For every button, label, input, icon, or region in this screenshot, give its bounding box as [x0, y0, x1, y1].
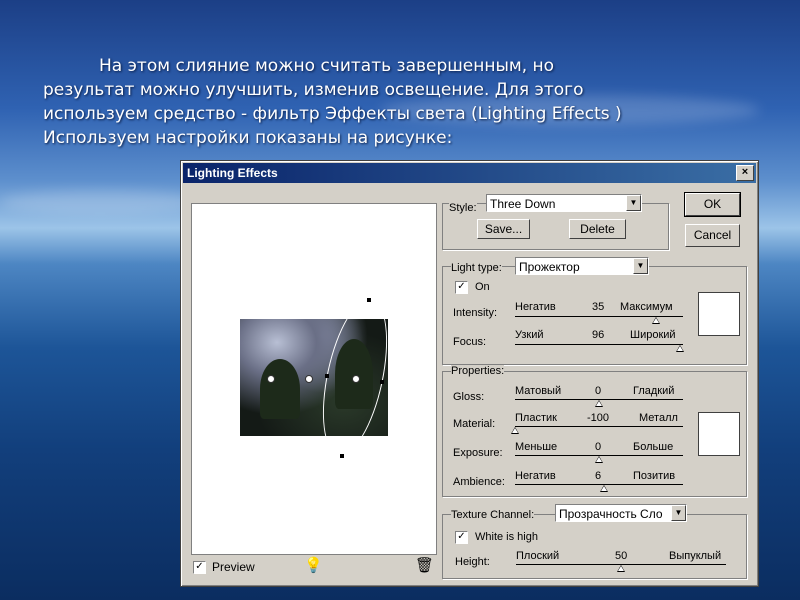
chevron-down-icon[interactable]: ▼: [671, 505, 686, 521]
focus-slider-thumb[interactable]: [675, 345, 684, 352]
slide-line: На этом слияние можно считать завершенны…: [99, 56, 555, 76]
focus-label: Focus:: [453, 336, 487, 348]
ellipse-handle[interactable]: [380, 380, 384, 384]
ellipse-handle[interactable]: [367, 298, 371, 302]
gloss-value: 0: [595, 385, 602, 397]
ambience-min-label: Негатив: [515, 470, 556, 482]
light-source-handle[interactable]: [305, 375, 313, 383]
ambient-color-swatch[interactable]: [698, 412, 740, 456]
light-type-value: Прожектор: [519, 260, 580, 274]
texture-group: Texture Channel: Прозрачность Сло ▼ ✓ Wh…: [442, 504, 747, 579]
material-max-label: Металл: [639, 412, 678, 424]
material-label: Material:: [453, 418, 496, 430]
light-source-handle[interactable]: [267, 375, 275, 383]
material-slider-track[interactable]: [515, 426, 683, 427]
palm-shape: [260, 359, 300, 419]
texture-channel-select[interactable]: Прозрачность Сло ▼: [555, 504, 687, 522]
height-label: Height:: [455, 556, 490, 568]
focus-max-label: Широкий: [630, 329, 676, 341]
light-type-group: Light type: Прожектор ▼ ✓ On Intensity: …: [442, 257, 747, 365]
height-min-label: Плоский: [516, 550, 560, 562]
save-style-button[interactable]: Save...: [477, 219, 530, 239]
light-source-handle[interactable]: [352, 375, 360, 383]
white-is-high-label: White is high: [475, 531, 538, 543]
properties-group: Properties: Gloss: Матовый 0 Гладкий Mat…: [442, 365, 747, 497]
material-slider-thumb[interactable]: [511, 427, 519, 434]
focus-slider-track[interactable]: [515, 344, 683, 345]
exposure-max-label: Больше: [633, 441, 674, 453]
ellipse-handle[interactable]: [325, 374, 329, 378]
exposure-value: 0: [595, 441, 602, 453]
preview-label: Preview: [212, 560, 255, 574]
focus-min-label: Узкий: [515, 329, 544, 341]
style-label: Style:: [449, 202, 477, 214]
height-value: 50: [615, 550, 628, 562]
slide-line: результат можно улучшить, изменив освеще…: [43, 80, 584, 100]
style-group: Style: Three Down ▼ Save... Delete: [442, 194, 669, 250]
gloss-slider-thumb[interactable]: [595, 400, 603, 407]
gloss-label: Gloss:: [453, 391, 485, 403]
dialog-titlebar[interactable]: Lighting Effects ×: [183, 163, 756, 183]
light-on-label: On: [475, 281, 490, 293]
close-button[interactable]: ×: [736, 165, 754, 181]
chevron-down-icon[interactable]: ▼: [626, 195, 641, 211]
white-is-high-checkbox[interactable]: ✓: [455, 531, 468, 544]
slide-line: используем средство - фильтр Эффекты све…: [43, 104, 622, 124]
ambience-slider-track[interactable]: [515, 484, 683, 485]
intensity-max-label: Максимум: [620, 301, 673, 313]
height-max-label: Выпуклый: [669, 550, 722, 562]
light-color-swatch[interactable]: [698, 292, 740, 336]
ellipse-handle[interactable]: [340, 454, 344, 458]
texture-channel-value: Прозрачность Сло: [559, 507, 663, 521]
intensity-slider-thumb[interactable]: [652, 317, 661, 324]
gloss-max-label: Гладкий: [633, 385, 675, 397]
style-select[interactable]: Three Down ▼: [486, 194, 642, 212]
ok-button[interactable]: OK: [684, 192, 741, 217]
delete-style-button[interactable]: Delete: [569, 219, 626, 239]
intensity-label: Intensity:: [453, 307, 498, 319]
intensity-value: 35: [592, 301, 605, 313]
ambience-max-label: Позитив: [633, 470, 676, 482]
slide-line: Используем настройки показаны на рисунке…: [43, 128, 453, 148]
height-slider-thumb[interactable]: [617, 565, 625, 572]
trash-icon[interactable]: 🗑: [415, 556, 434, 574]
chevron-down-icon[interactable]: ▼: [633, 258, 648, 274]
style-select-value: Three Down: [490, 197, 556, 211]
dialog-title: Lighting Effects: [187, 166, 278, 180]
focus-value: 96: [592, 329, 605, 341]
preview-checkbox-row[interactable]: ✓ Preview: [193, 560, 255, 574]
material-min-label: Пластик: [515, 412, 557, 424]
exposure-min-label: Меньше: [515, 441, 558, 453]
ambience-label: Ambience:: [453, 476, 505, 488]
light-type-label: Light type:: [451, 262, 502, 274]
preview-checkbox[interactable]: ✓: [193, 560, 206, 574]
material-value: -100: [587, 412, 610, 424]
preview-canvas[interactable]: [191, 203, 437, 555]
texture-channel-label: Texture Channel:: [451, 509, 535, 521]
ambience-value: 6: [595, 470, 602, 482]
light-on-checkbox[interactable]: ✓: [455, 281, 468, 294]
sky-cloud: [0, 190, 200, 214]
exposure-label: Exposure:: [453, 447, 503, 459]
exposure-slider-thumb[interactable]: [595, 456, 603, 463]
light-bulb-icon[interactable]: 💡: [304, 556, 323, 574]
light-type-select[interactable]: Прожектор ▼: [515, 257, 649, 275]
cancel-button[interactable]: Cancel: [685, 224, 740, 247]
lighting-effects-dialog: Lighting Effects × ✓ Preview 💡 🗑 Style: …: [180, 160, 759, 587]
gloss-min-label: Матовый: [515, 385, 562, 397]
properties-title: Properties:: [451, 365, 505, 377]
ambience-slider-thumb[interactable]: [600, 485, 609, 492]
intensity-min-label: Негатив: [515, 301, 556, 313]
slide-paragraph: На этом слияние можно считать завершенны…: [43, 54, 743, 150]
